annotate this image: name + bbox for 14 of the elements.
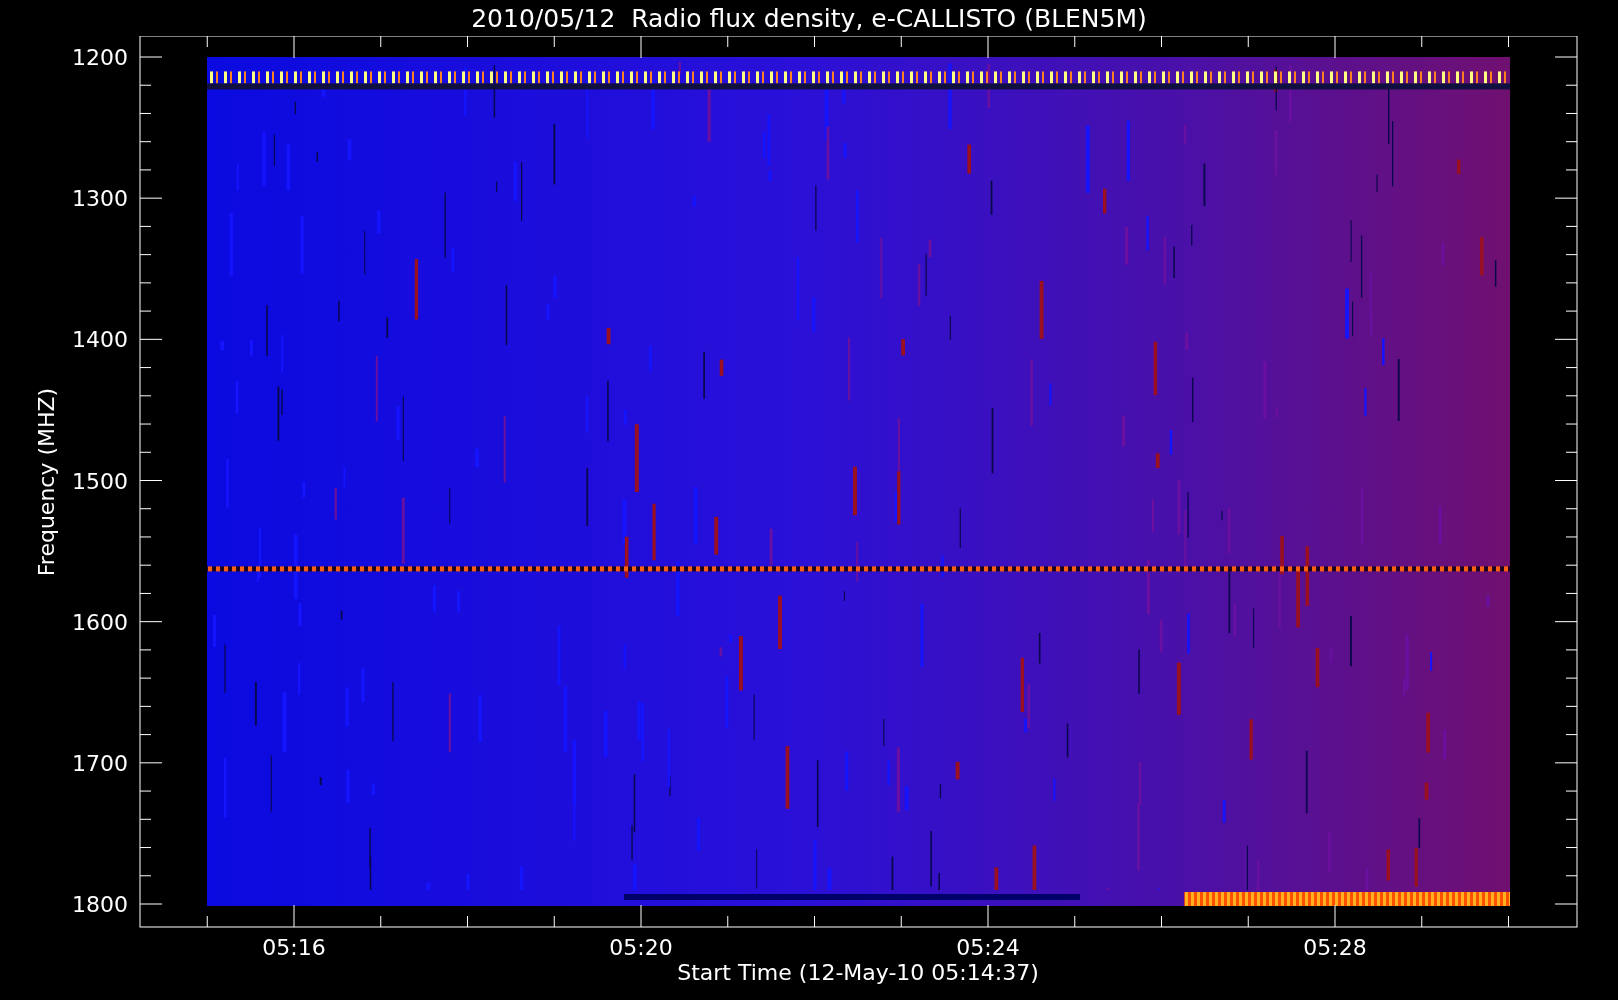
y-axis-label: Frequency (MHZ): [34, 387, 59, 577]
chart-title: 2010/05/12 Radio flux density, e-CALLISTO (BLEN5M): [471, 3, 1147, 33]
x-tick-label: 05:16: [262, 935, 326, 960]
y-tick-label: 1200: [72, 45, 128, 70]
x-tick-label: 05:28: [1303, 935, 1367, 960]
y-tick-label: 1800: [72, 892, 128, 917]
y-tick-label: 1600: [72, 609, 128, 635]
x-tick-label: 05:24: [956, 935, 1020, 960]
y-tick-label: 1300: [72, 186, 128, 212]
y-tick-label: 1700: [72, 750, 128, 776]
x-axis-label: Start Time (12-May-10 05:14:37): [677, 960, 1039, 985]
y-tick-label: 1400: [72, 327, 128, 353]
y-tick-label: 1500: [72, 468, 128, 494]
x-tick-label: 05:20: [609, 935, 673, 960]
